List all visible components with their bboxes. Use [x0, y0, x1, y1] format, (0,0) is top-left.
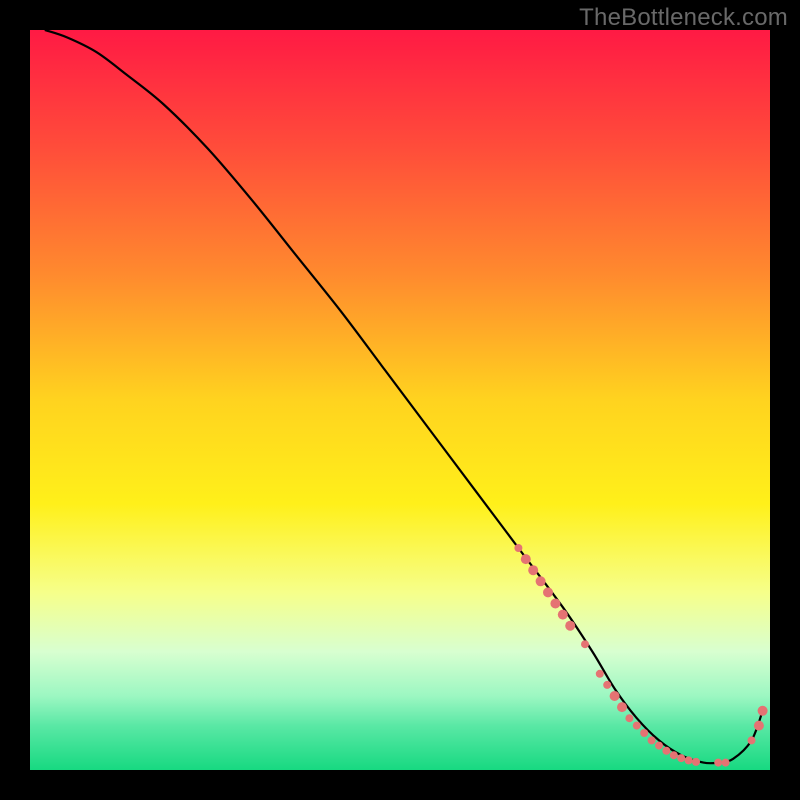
marker-point	[558, 610, 568, 620]
marker-point	[748, 736, 756, 744]
marker-point	[670, 751, 678, 759]
marker-point	[550, 599, 560, 609]
marker-point	[677, 754, 685, 762]
marker-point	[655, 742, 663, 750]
chart-stage: TheBottleneck.com	[0, 0, 800, 800]
marker-point	[685, 756, 693, 764]
chart-svg	[30, 30, 770, 770]
marker-point	[692, 758, 700, 766]
marker-point	[521, 554, 531, 564]
marker-point	[662, 747, 670, 755]
marker-point	[528, 565, 538, 575]
watermark-text: TheBottleneck.com	[579, 4, 788, 32]
marker-point	[648, 736, 656, 744]
marker-point	[596, 670, 604, 678]
marker-point	[543, 587, 553, 597]
marker-point	[514, 544, 522, 552]
marker-point	[754, 721, 764, 731]
marker-point	[581, 640, 589, 648]
marker-point	[565, 621, 575, 631]
marker-point	[610, 691, 620, 701]
marker-point	[758, 706, 768, 716]
marker-point	[617, 702, 627, 712]
marker-point	[722, 759, 730, 767]
marker-point	[603, 681, 611, 689]
marker-point	[714, 759, 722, 767]
chart-background	[30, 30, 770, 770]
marker-point	[633, 722, 641, 730]
chart-plot	[30, 30, 770, 770]
marker-point	[536, 576, 546, 586]
marker-point	[640, 729, 648, 737]
marker-point	[625, 714, 633, 722]
